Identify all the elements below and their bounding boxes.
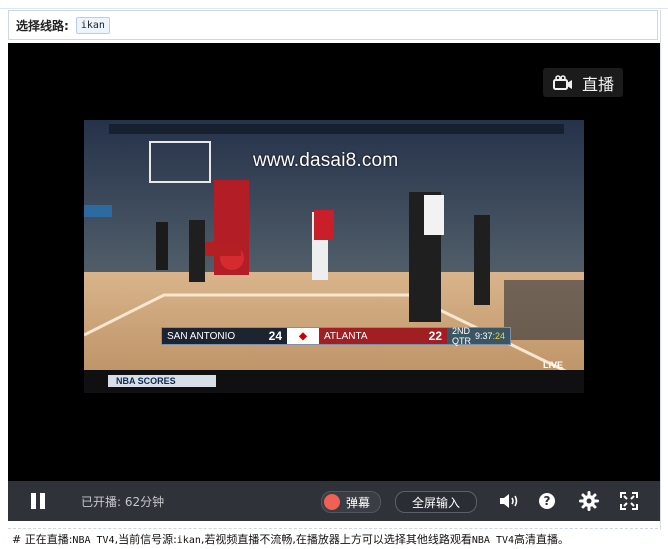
notice-channel2: NBA TV4 [471,535,515,546]
route-option-ikan[interactable]: ikan [75,16,110,34]
shot-clock: :24 [492,331,505,341]
route-selector-bar: 选择线路: ikan [8,10,658,40]
notice-mid2: ,若视频直播不流畅,在播放器上方可以选择其他线路观看 [200,533,472,546]
notice-prefix: # 正在直播: [12,533,73,546]
home-team-name: ATLANTA [324,330,368,342]
notice-suffix: 高清直播。 [514,533,570,546]
danmu-toggle-indicator [324,494,340,510]
video-player[interactable]: 直播 www.dasai8.com SAN ANTONIO 24 ◆ ATLAN… [8,43,660,521]
camera-icon [552,74,572,90]
scoreboard-overlay: SAN ANTONIO 24 ◆ ATLANTA 22 2ND QTR 9:37… [161,326,511,346]
live-duration: 已开播: 62分钟 [81,495,165,509]
danmu-label: 弹幕 [346,495,371,510]
notice-channel: NBA TV4 [72,535,115,546]
notice-text: # 正在直播:NBA TV4,当前信号源:ikan,若视频直播不流畅,在播放器上… [12,531,569,547]
nba-scores-ticker: NBA SCORES [108,375,216,387]
help-icon[interactable]: ? [539,491,561,511]
network-logo: ◆ [287,328,319,344]
away-team-name: SAN ANTONIO [167,330,236,342]
fullscreen-icon[interactable] [619,491,641,511]
away-team-score: 24 [268,329,282,343]
player-control-bar: 已开播: 62分钟 弹幕 全屏输入 ? [8,481,660,521]
game-info-segment: 2ND QTR 9:37 :24 [447,326,510,346]
game-clock: 9:37 [474,331,493,341]
page-right-edge [660,10,668,530]
danmu-toggle[interactable]: 弹幕 [321,491,381,513]
fullscreen-input-button[interactable]: 全屏输入 [395,491,477,513]
game-period: 2ND QTR [452,326,471,346]
pause-icon[interactable] [31,493,45,509]
notice-source: ikan [176,535,201,546]
live-button-label: 直播 [581,74,614,94]
settings-icon[interactable] [579,491,601,511]
tv-live-badge: LIVE [543,360,564,370]
route-label: 选择线路: [16,18,69,33]
top-divider [0,0,668,9]
live-button[interactable]: 直播 [543,68,623,97]
live-notice: # 正在直播:NBA TV4,当前信号源:ikan,若视频直播不流畅,在播放器上… [8,528,658,549]
volume-icon[interactable] [498,491,520,511]
watermark: www.dasai8.com [253,150,399,171]
away-team-segment: SAN ANTONIO 24 [162,328,287,344]
home-team-score: 22 [428,329,442,343]
help-glyph: ? [539,493,555,509]
notice-mid1: ,当前信号源: [114,533,177,546]
home-team-segment: ATLANTA 22 [319,328,447,344]
